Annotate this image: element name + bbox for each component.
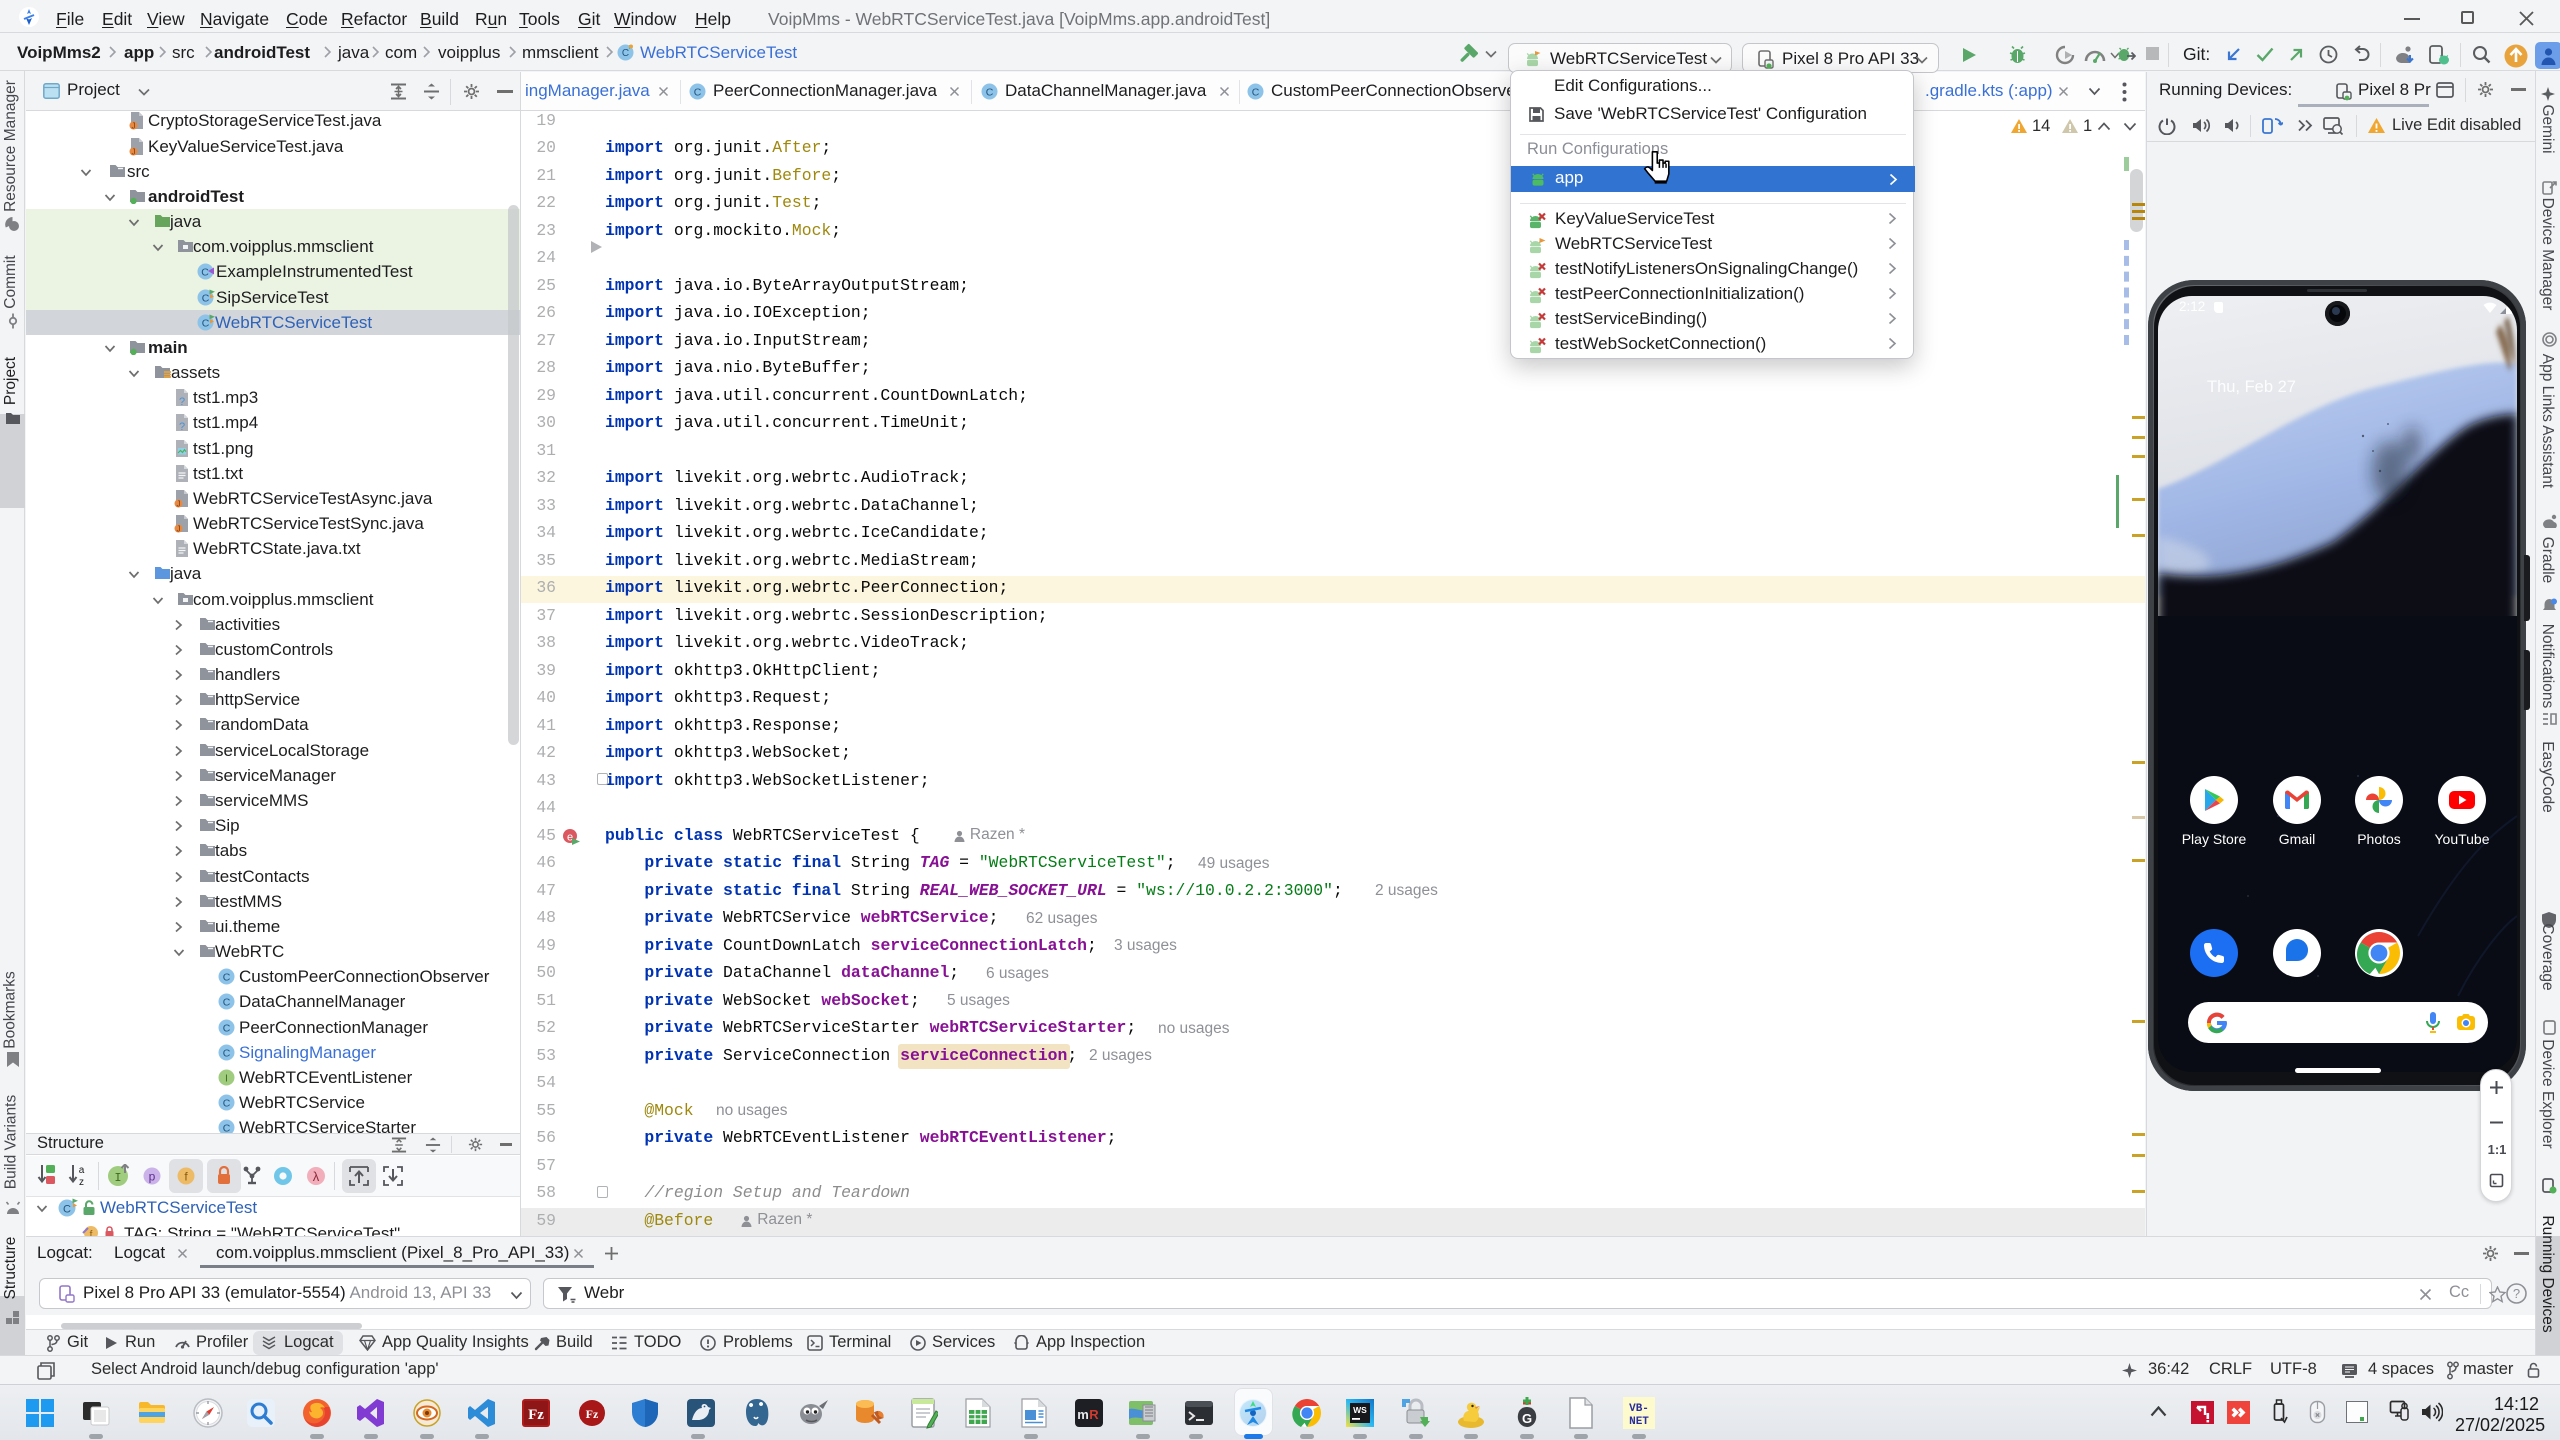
svg-text:NET: NET xyxy=(1629,1416,1649,1428)
svg-text:?: ? xyxy=(179,421,185,432)
svg-text:Fz: Fz xyxy=(528,1407,544,1423)
svg-text:?: ? xyxy=(2513,1286,2520,1301)
svg-text:J: J xyxy=(132,122,136,131)
svg-text:m: m xyxy=(1077,1407,1089,1422)
svg-text:C: C xyxy=(1252,87,1260,99)
svg-text:C: C xyxy=(622,48,629,59)
svg-text:C: C xyxy=(201,267,209,279)
svg-text:J: J xyxy=(177,525,181,534)
svg-text:C: C xyxy=(202,292,210,304)
svg-text:C: C xyxy=(202,317,210,329)
svg-text:C: C xyxy=(63,1204,71,1216)
svg-text:?: ? xyxy=(179,396,185,407)
svg-text:p: p xyxy=(149,1170,156,1184)
svg-text:C: C xyxy=(223,1123,231,1133)
svg-text:C: C xyxy=(694,87,702,99)
svg-text:a: a xyxy=(79,1165,85,1176)
svg-text:C: C xyxy=(223,1047,231,1059)
svg-text:C: C xyxy=(223,1022,231,1034)
svg-text:J: J xyxy=(177,499,181,508)
svg-text:G: G xyxy=(1522,1411,1532,1426)
svg-text:I: I xyxy=(114,1171,121,1185)
svg-text:z: z xyxy=(79,1177,84,1186)
svg-text:Fz: Fz xyxy=(586,1407,599,1421)
svg-text:C: C xyxy=(223,1098,231,1110)
svg-text:λ: λ xyxy=(313,1169,320,1184)
svg-text:C: C xyxy=(986,87,994,99)
svg-text:C: C xyxy=(223,972,231,984)
svg-text:J: J xyxy=(132,147,136,156)
svg-text:C: C xyxy=(223,997,231,1009)
svg-text:R: R xyxy=(1089,1407,1099,1422)
svg-text:I: I xyxy=(225,1072,228,1084)
svg-text:VB-: VB- xyxy=(1629,1403,1649,1415)
svg-text:WS: WS xyxy=(1353,1405,1367,1415)
